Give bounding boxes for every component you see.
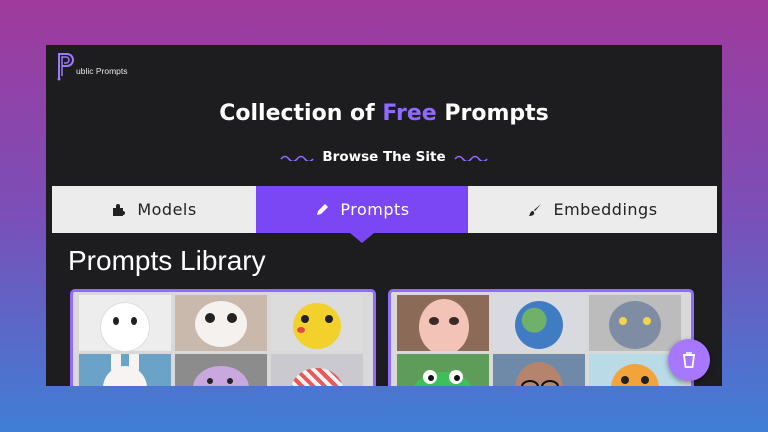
- tab-embeddings[interactable]: Embeddings: [468, 186, 717, 233]
- app-screen: ublic Prompts Collection of Free Prompts…: [46, 45, 722, 386]
- thumbnail-image: [271, 295, 363, 351]
- tab-models[interactable]: Models: [52, 186, 256, 233]
- tab-prompts-label: Prompts: [340, 200, 410, 219]
- thumbnail-image: [79, 354, 171, 386]
- tab-models-label: Models: [137, 200, 197, 219]
- thumbnail-image: [589, 295, 681, 351]
- thumbnail-image: [397, 354, 489, 386]
- brush-icon: [529, 203, 542, 216]
- site-logo[interactable]: ublic Prompts: [56, 51, 128, 81]
- thumbnail-image: [493, 295, 585, 351]
- buy-me-coffee-button[interactable]: [668, 339, 710, 381]
- section-title: Prompts Library: [68, 245, 266, 276]
- title-part2: Prompts: [444, 101, 549, 126]
- thumbnail-image: [271, 354, 363, 386]
- title-accent: Free: [382, 101, 437, 126]
- logo-p-icon: [57, 53, 74, 81]
- nav-tabs: Models Prompts Embeddings: [52, 186, 717, 243]
- page-title: Collection of Free Prompts: [46, 101, 722, 126]
- browse-label: Browse The Site: [322, 149, 446, 165]
- pencil-icon: [317, 203, 329, 215]
- squiggle-right-icon: [453, 155, 488, 161]
- title-part1: Collection of: [219, 101, 375, 126]
- cup-icon: [682, 352, 696, 368]
- thumbnail-image: [493, 354, 585, 386]
- prompt-card[interactable]: [70, 289, 376, 386]
- thumbnail-image: [397, 295, 489, 351]
- puzzle-icon: [113, 203, 126, 216]
- thumbnail-image: [175, 354, 267, 386]
- browse-heading: Browse The Site: [46, 149, 722, 165]
- prompt-card[interactable]: [388, 289, 694, 386]
- thumbnail-image: [175, 295, 267, 351]
- thumbnail-image: [79, 295, 171, 351]
- tab-embeddings-label: Embeddings: [553, 200, 658, 219]
- squiggle-left-icon: [280, 155, 314, 161]
- logo-text: ublic Prompts: [76, 66, 128, 76]
- tab-prompts[interactable]: Prompts: [256, 186, 468, 243]
